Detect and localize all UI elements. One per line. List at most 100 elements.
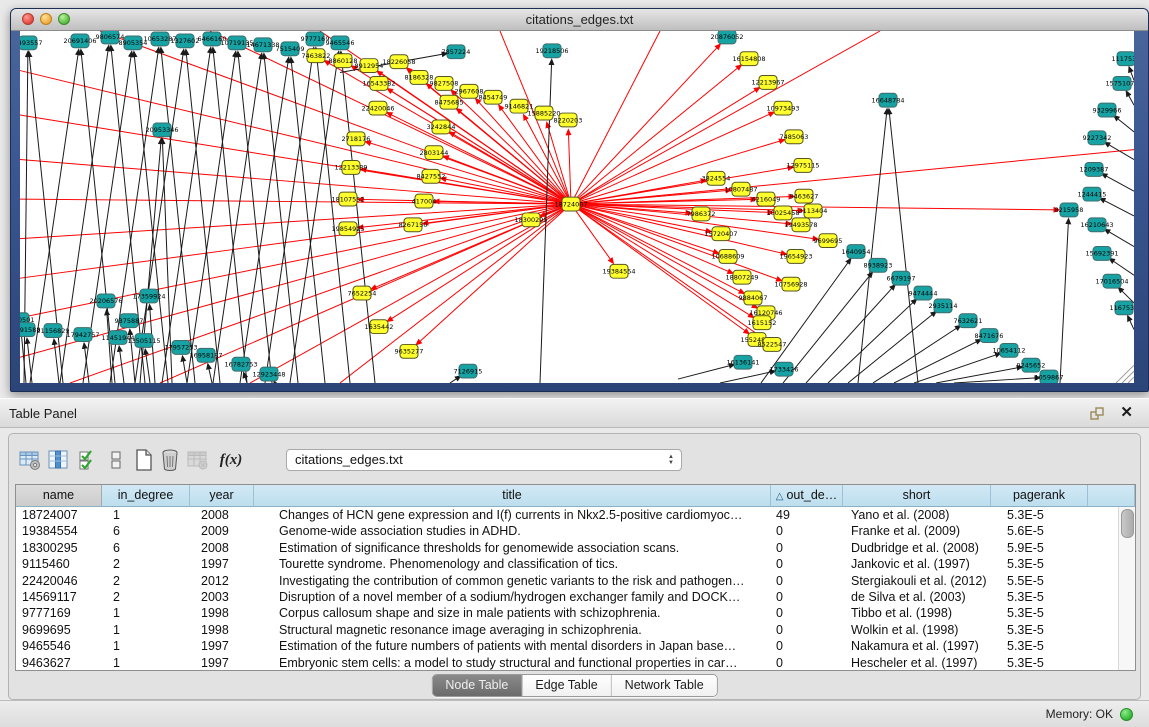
svg-text:8215958: 8215958 <box>1055 206 1084 214</box>
svg-text:1209387: 1209387 <box>1080 166 1109 174</box>
cell-pagerank: 5.3E-5 <box>991 638 1088 654</box>
table-panel-title: Table Panel <box>9 399 77 428</box>
delete-table-button[interactable] <box>185 446 211 474</box>
table-row[interactable]: 911546021997Tourette syndrome. Phenomeno… <box>16 556 1135 572</box>
cell-name: 18724007 <box>16 507 102 523</box>
table-row[interactable]: 1872400712008Changes of HCN gene express… <box>16 507 1135 523</box>
cell-title: Genome-wide association studies in ADHD. <box>254 523 771 539</box>
table-row[interactable]: 2242004622012Investigating the contribut… <box>16 573 1135 589</box>
tab-edge-table[interactable]: Edge Table <box>522 675 611 696</box>
svg-text:1167533: 1167533 <box>1110 304 1134 312</box>
table-mode-button[interactable] <box>17 446 43 474</box>
table-row[interactable]: 946362711997Embryonic stem cells: a mode… <box>16 655 1135 671</box>
resize-grip-icon <box>1116 365 1134 383</box>
column-header-in_degree[interactable]: in_degree <box>102 485 190 507</box>
svg-text:10807487: 10807487 <box>724 186 757 194</box>
scrollbar-thumb[interactable] <box>1121 509 1134 538</box>
table-row[interactable]: 946554611997Estimation of the future num… <box>16 638 1135 654</box>
tab-node-table[interactable]: Node Table <box>432 675 522 696</box>
svg-text:2935114: 2935114 <box>929 302 958 310</box>
fx-icon: f(x) <box>220 452 243 469</box>
column-header-short[interactable]: short <box>843 485 991 507</box>
svg-text:2493557: 2493557 <box>20 39 42 47</box>
function-builder-button[interactable]: f(x) <box>215 446 247 474</box>
svg-text:8938923: 8938923 <box>864 262 893 270</box>
status-bar: Memory: OK <box>0 700 1149 727</box>
sort-ascending-icon: △ <box>776 491 784 502</box>
cell-short: Dudbridge et al. (2008) <box>843 540 991 556</box>
svg-text:10688609: 10688609 <box>711 253 744 261</box>
column-header-pagerank[interactable]: pagerank <box>991 485 1088 507</box>
cell-year: 1997 <box>190 655 254 671</box>
cell-title: Embryonic stem cells: a model to study s… <box>254 655 771 671</box>
svg-text:1640954: 1640954 <box>842 248 871 256</box>
cell-short: de Silva et al. (2003) <box>843 589 991 605</box>
cell-in_degree: 6 <box>102 540 190 556</box>
network-graph: 1872400774638228860128891295418226058165… <box>20 31 1134 383</box>
svg-text:1244415: 1244415 <box>1078 190 1107 198</box>
svg-text:17942757: 17942757 <box>66 331 99 339</box>
cell-year: 2008 <box>190 540 254 556</box>
table-body: 1872400712008Changes of HCN gene express… <box>16 507 1135 671</box>
svg-text:16136141: 16136141 <box>726 359 759 367</box>
table-panel-body: f(x) citations_edges.txt ▲▼ namein_degre… <box>8 433 1141 700</box>
cell-pagerank: 5.3E-5 <box>991 605 1088 621</box>
svg-text:19493578: 19493578 <box>784 221 817 229</box>
vertical-scrollbar[interactable] <box>1118 507 1135 670</box>
cell-name: 9463627 <box>16 655 102 671</box>
svg-text:10756928: 10756928 <box>774 280 807 288</box>
svg-text:6216049: 6216049 <box>752 195 781 203</box>
svg-text:7126915: 7126915 <box>454 367 483 375</box>
table-row[interactable]: 1456911722003Disruption of a novel membe… <box>16 589 1135 605</box>
svg-text:12975115: 12975115 <box>786 162 819 170</box>
svg-text:12213967: 12213967 <box>751 79 784 87</box>
close-panel-icon[interactable]: ✕ <box>1120 403 1133 421</box>
svg-text:7632621: 7632621 <box>954 317 983 325</box>
cell-out_de: 0 <box>771 573 843 589</box>
cell-pagerank: 5.3E-5 <box>991 556 1088 572</box>
create-new-column-button[interactable] <box>131 446 157 474</box>
cell-title: Estimation of the future numbers of pati… <box>254 638 771 654</box>
cell-out_de: 0 <box>771 638 843 654</box>
delete-columns-button[interactable] <box>157 446 183 474</box>
svg-text:3242844: 3242844 <box>427 123 456 131</box>
cell-title: Disruption of a novel member of a sodium… <box>254 589 771 605</box>
cell-name: 18300295 <box>16 540 102 556</box>
cell-out_de: 0 <box>771 605 843 621</box>
node-table: namein_degreeyeartitle△out_de…shortpager… <box>15 484 1136 671</box>
svg-text:9465546: 9465546 <box>326 39 355 47</box>
table-row[interactable]: 969969511998Structural magnetic resonanc… <box>16 622 1135 638</box>
cell-name: 19384554 <box>16 523 102 539</box>
svg-text:1733426: 1733426 <box>770 365 799 373</box>
table-row[interactable]: 1830029562008Estimation of significance … <box>16 540 1135 556</box>
column-header-name[interactable]: name <box>16 485 102 507</box>
column-header-out_de[interactable]: △out_de… <box>771 485 843 507</box>
svg-text:20691406: 20691406 <box>63 37 96 45</box>
svg-text:15692391: 15692391 <box>1085 250 1118 258</box>
network-window-titlebar[interactable]: citations_edges.txt <box>11 9 1148 31</box>
table-selector-value: citations_edges.txt <box>295 452 403 467</box>
show-column-button[interactable] <box>45 446 71 474</box>
svg-text:6679197: 6679197 <box>887 274 916 282</box>
cell-title: Changes of HCN gene expression and I(f) … <box>254 507 771 523</box>
svg-text:7857224: 7857224 <box>442 48 471 56</box>
row-mode-button[interactable] <box>103 446 129 474</box>
column-header-title[interactable]: title <box>254 485 771 507</box>
cell-in_degree: 2 <box>102 573 190 589</box>
table-row[interactable]: 977716911998Corpus callosum shape and si… <box>16 605 1135 621</box>
cell-year: 2003 <box>190 589 254 605</box>
cell-title: Structural magnetic resonance image aver… <box>254 622 771 638</box>
cell-year: 2009 <box>190 523 254 539</box>
svg-text:16543382: 16543382 <box>362 80 395 88</box>
column-header-year[interactable]: year <box>190 485 254 507</box>
cell-out_de: 49 <box>771 507 843 523</box>
table-row[interactable]: 1938455462009Genome-wide association stu… <box>16 523 1135 539</box>
cell-short: Wolkin et al. (1998) <box>843 622 991 638</box>
table-selector-combobox[interactable]: citations_edges.txt ▲▼ <box>286 449 682 471</box>
select-columns-button[interactable] <box>75 446 101 474</box>
svg-text:1327602: 1327602 <box>171 37 200 45</box>
network-canvas[interactable]: 1872400774638228860128891295418226058165… <box>20 31 1134 383</box>
cell-short: Yano et al. (2008) <box>843 507 991 523</box>
float-panel-icon[interactable] <box>1089 406 1105 422</box>
tab-network-table[interactable]: Network Table <box>612 675 717 696</box>
